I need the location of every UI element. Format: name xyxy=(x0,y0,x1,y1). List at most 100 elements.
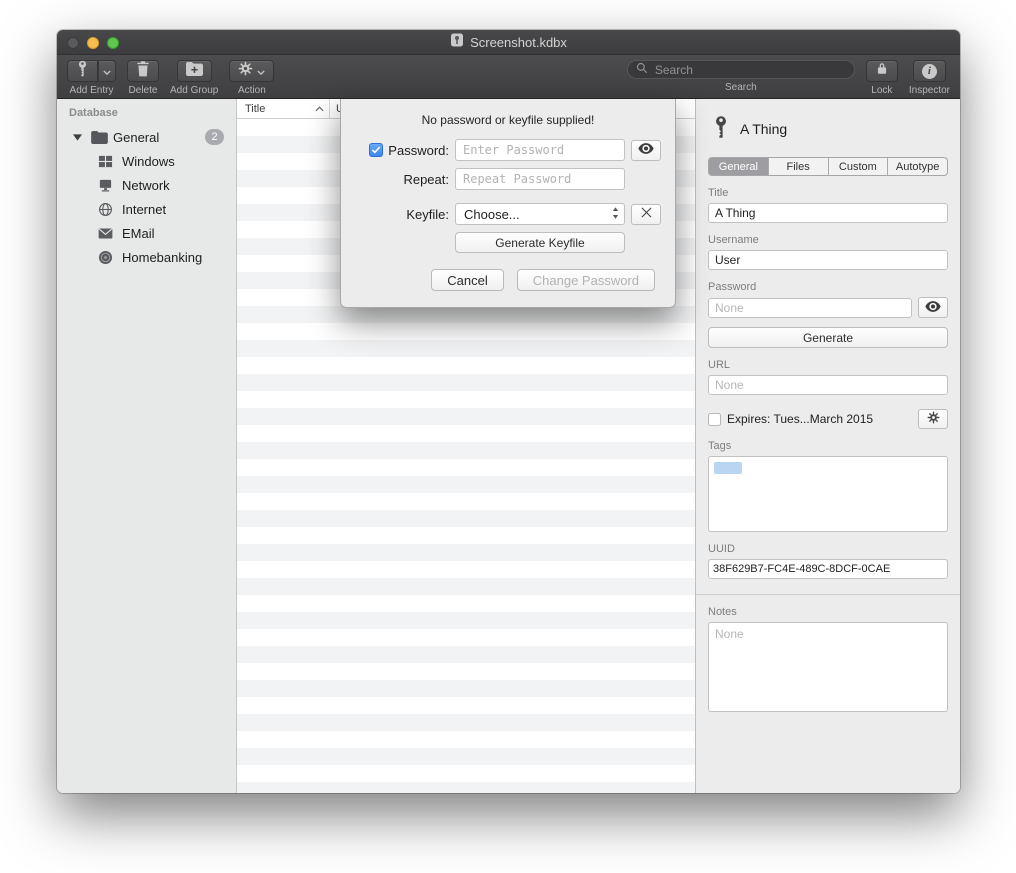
sidebar-header: Database xyxy=(57,107,236,125)
reveal-password-button[interactable] xyxy=(631,140,661,161)
zoom-button[interactable] xyxy=(107,37,119,49)
keyfile-popup-button[interactable]: Choose... xyxy=(455,203,625,225)
document-icon xyxy=(450,33,464,52)
cancel-button[interactable]: Cancel xyxy=(431,269,503,291)
sort-ascending-icon xyxy=(315,103,324,115)
envelope-icon xyxy=(97,228,114,239)
eye-icon xyxy=(638,141,654,159)
title-field[interactable] xyxy=(708,203,948,223)
lock-icon xyxy=(875,61,889,81)
chevron-down-icon xyxy=(257,62,265,80)
sidebar-item-homebanking[interactable]: Homebanking xyxy=(57,245,236,269)
tag-chip[interactable] xyxy=(714,462,742,474)
sidebar-item-internet[interactable]: Internet xyxy=(57,197,236,221)
notes-label: Notes xyxy=(708,606,948,618)
app-window: Screenshot.kdbx Add Entry xyxy=(57,30,960,793)
repeat-label: Repeat: xyxy=(355,172,449,187)
change-password-button[interactable]: Change Password xyxy=(517,269,655,291)
expires-settings-button[interactable] xyxy=(918,409,948,429)
password-label: Password xyxy=(708,281,948,293)
notes-field[interactable] xyxy=(708,622,948,712)
url-field[interactable] xyxy=(708,375,948,395)
sidebar-item-label: Internet xyxy=(122,202,166,217)
key-icon xyxy=(712,115,730,144)
tab-general[interactable]: General xyxy=(709,158,769,175)
close-icon xyxy=(641,205,652,223)
action-group: Action xyxy=(229,60,274,96)
password-input[interactable] xyxy=(455,139,625,161)
tab-custom[interactable]: Custom xyxy=(829,158,889,175)
tags-field[interactable] xyxy=(708,456,948,532)
sidebar-item-label: General xyxy=(113,130,159,145)
repeat-password-input[interactable] xyxy=(455,168,625,190)
search-label: Search xyxy=(725,82,757,93)
add-group-button[interactable] xyxy=(177,60,212,82)
lock-button[interactable] xyxy=(866,60,898,82)
add-entry-button[interactable] xyxy=(67,60,98,82)
chevron-down-icon xyxy=(103,62,111,80)
lock-label: Lock xyxy=(871,85,892,96)
password-label: Password: xyxy=(388,143,449,158)
inspector-panel: A Thing General Files Custom Autotype Ti… xyxy=(695,99,960,793)
search-group: Search xyxy=(627,60,855,93)
inspector-button[interactable]: i xyxy=(913,60,946,82)
titlebar[interactable]: Screenshot.kdbx xyxy=(57,30,960,55)
action-label: Action xyxy=(238,85,266,96)
gear-icon xyxy=(238,61,253,81)
window-title: Screenshot.kdbx xyxy=(470,35,567,50)
content: Database General 2 Windows xyxy=(57,99,960,793)
password-field[interactable] xyxy=(708,298,912,318)
uuid-field[interactable] xyxy=(708,559,948,579)
reveal-password-button[interactable] xyxy=(918,297,948,318)
close-button[interactable] xyxy=(67,37,79,49)
add-group-group: Add Group xyxy=(170,60,218,96)
globe-icon xyxy=(97,202,114,217)
username-field[interactable] xyxy=(708,250,948,270)
search-field[interactable] xyxy=(627,60,855,79)
delete-button[interactable] xyxy=(127,60,159,82)
expires-label: Expires: Tues...March 2015 xyxy=(727,412,912,426)
generate-password-button[interactable]: Generate xyxy=(708,327,948,348)
sheet-message: No password or keyfile supplied! xyxy=(355,113,661,127)
divider xyxy=(696,594,960,595)
search-icon xyxy=(636,61,648,79)
sidebar-item-label: Windows xyxy=(122,154,175,169)
sidebar-item-email[interactable]: EMail xyxy=(57,221,236,245)
delete-group: Delete xyxy=(127,60,159,96)
computer-icon xyxy=(97,178,114,193)
generate-keyfile-button[interactable]: Generate Keyfile xyxy=(455,232,625,253)
search-input[interactable] xyxy=(653,62,846,78)
tab-autotype[interactable]: Autotype xyxy=(888,158,947,175)
minimize-button[interactable] xyxy=(87,37,99,49)
inspector-label: Inspector xyxy=(909,85,950,96)
clear-keyfile-button[interactable] xyxy=(631,204,661,225)
username-label: Username xyxy=(708,234,948,246)
sidebar-item-network[interactable]: Network xyxy=(57,173,236,197)
lock-group: Lock xyxy=(866,60,898,96)
gear-icon xyxy=(927,411,940,427)
disclosure-triangle-icon[interactable] xyxy=(69,134,86,141)
title-label: Title xyxy=(708,187,948,199)
popup-stepper-icon xyxy=(612,207,619,222)
add-entry-group: Add Entry xyxy=(67,60,116,96)
delete-label: Delete xyxy=(129,85,158,96)
inspector-tabs: General Files Custom Autotype xyxy=(708,157,948,176)
action-button[interactable] xyxy=(229,60,274,82)
add-entry-dropdown-button[interactable] xyxy=(98,60,116,82)
folder-icon xyxy=(91,131,108,144)
sidebar-item-windows[interactable]: Windows xyxy=(57,149,236,173)
eye-icon xyxy=(925,299,941,317)
column-header-title[interactable]: Title xyxy=(237,99,329,118)
tags-label: Tags xyxy=(708,440,948,452)
sidebar-item-label: Network xyxy=(122,178,170,193)
tab-files[interactable]: Files xyxy=(769,158,829,175)
password-checkbox[interactable] xyxy=(369,143,383,157)
change-password-sheet: No password or keyfile supplied! Passwor… xyxy=(340,99,676,308)
entry-count-badge: 2 xyxy=(205,129,224,145)
expires-checkbox[interactable] xyxy=(708,413,721,426)
inspector-group: i Inspector xyxy=(909,60,950,96)
folder-plus-icon xyxy=(186,62,203,81)
sidebar-item-label: Homebanking xyxy=(122,250,202,265)
url-label: URL xyxy=(708,359,948,371)
sidebar-item-general[interactable]: General 2 xyxy=(57,125,236,149)
